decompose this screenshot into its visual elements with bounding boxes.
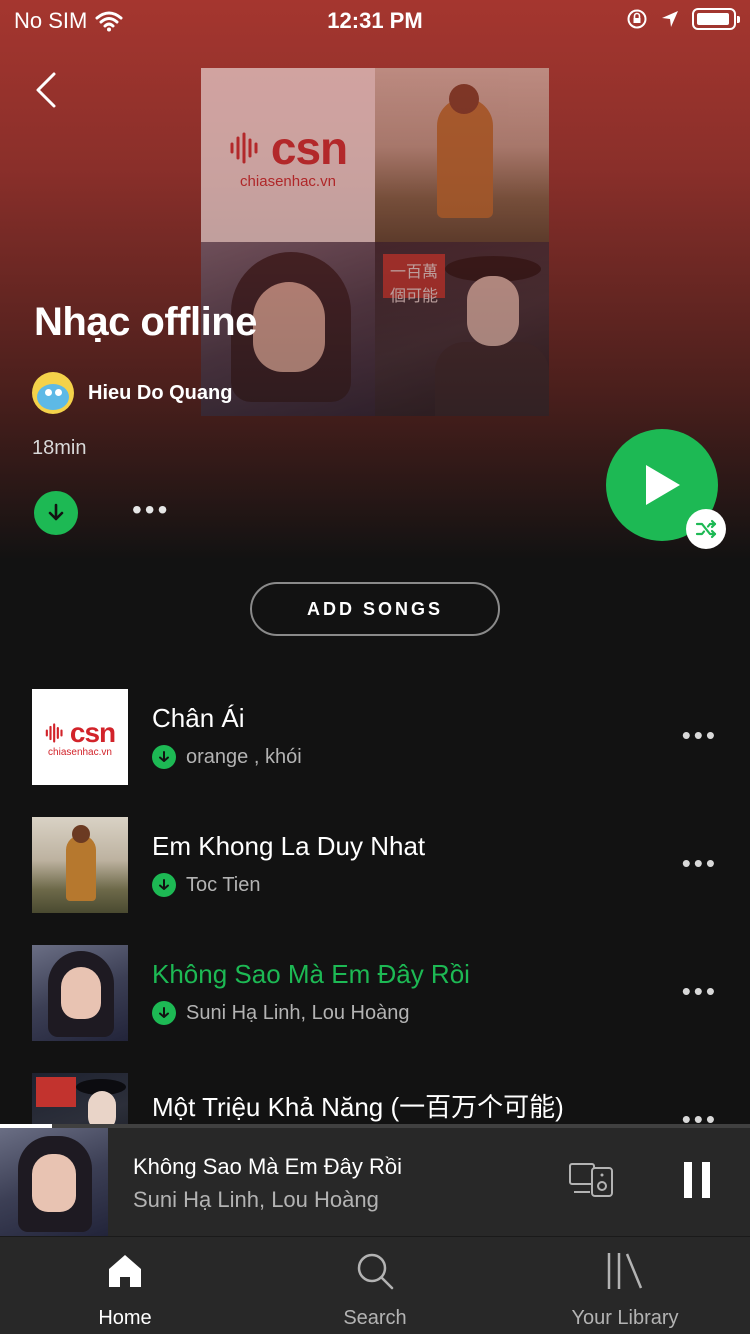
now-playing-title[interactable]: Không Sao Mà Em Đây Rồi <box>133 1154 402 1180</box>
tab-search-label: Search <box>343 1307 407 1329</box>
status-icons <box>626 8 740 30</box>
playlist-duration: 18min <box>32 437 87 459</box>
devices-icon[interactable] <box>568 1162 614 1198</box>
track-subtitle: Toc Tien <box>152 873 260 897</box>
csn-logo: csn <box>229 121 348 175</box>
tab-bar: Home Search Your Library <box>0 1236 750 1334</box>
shuffle-button[interactable] <box>686 509 726 549</box>
soundwave-icon <box>45 722 63 743</box>
playlist-owner[interactable]: Hieu Do Quang <box>32 372 232 414</box>
playlist-title: Nhạc offline <box>34 300 257 344</box>
playback-progress <box>0 1124 750 1128</box>
track-title[interactable]: Em Khong La Duy Nhat <box>152 831 425 862</box>
cover-badge: 一百萬個可能 <box>383 254 445 305</box>
soundwave-icon <box>230 132 258 163</box>
track-title[interactable]: Không Sao Mà Em Đây Rồi <box>152 959 470 990</box>
status-bar: No SIM 12:31 PM <box>0 0 750 40</box>
library-icon <box>607 1253 643 1289</box>
home-icon <box>109 1255 141 1287</box>
track-art: csn chiasenhac.vn <box>32 689 128 785</box>
cover-tile-hat: 一百萬個可能 <box>375 242 549 416</box>
now-playing-artist: Suni Hạ Linh, Lou Hoàng <box>133 1187 379 1212</box>
play-icon <box>646 465 680 505</box>
now-playing-bar[interactable]: Không Sao Mà Em Đây Rồi Suni Hạ Linh, Lo… <box>0 1124 750 1236</box>
track-subtitle: Suni Hạ Linh, Lou Hoàng <box>152 1001 410 1025</box>
back-icon[interactable] <box>30 70 64 110</box>
downloaded-icon <box>152 873 176 897</box>
now-playing-art[interactable] <box>0 1128 108 1236</box>
lock-rotation-icon <box>627 9 647 29</box>
tab-search[interactable]: Search <box>250 1237 500 1334</box>
download-icon <box>48 503 64 521</box>
cover-tile-coat <box>375 68 549 242</box>
track-row[interactable]: csn chiasenhac.vn Chân Ái orange , khói … <box>0 689 750 785</box>
location-icon <box>662 11 678 27</box>
track-artist: orange , khói <box>186 745 302 768</box>
more-icon[interactable]: ••• <box>132 496 170 524</box>
csn-logo-text: csn <box>270 121 348 174</box>
track-art <box>32 945 128 1041</box>
track-title[interactable]: Chân Ái <box>152 703 245 734</box>
avatar[interactable] <box>32 372 74 414</box>
download-toggle[interactable] <box>34 491 78 535</box>
csn-logo: csn <box>45 716 116 749</box>
csn-site-text: chiasenhac.vn <box>48 746 112 758</box>
track-art <box>32 817 128 913</box>
shuffle-icon <box>695 519 717 539</box>
tab-home-label: Home <box>98 1307 152 1329</box>
more-icon[interactable]: ••• <box>682 978 718 1004</box>
tab-library[interactable]: Your Library <box>500 1237 750 1334</box>
more-icon[interactable]: ••• <box>682 850 718 876</box>
track-subtitle: orange , khói <box>152 745 302 769</box>
track-title[interactable]: Một Triệu Khả Năng (一百万个可能) <box>152 1087 564 1124</box>
cover-tile-csn: csn chiasenhac.vn <box>201 68 375 242</box>
csn-logo-text: csn <box>69 716 116 748</box>
pause-icon[interactable] <box>682 1162 712 1198</box>
tab-home[interactable]: Home <box>0 1237 250 1334</box>
playlist-cover: csn chiasenhac.vn 一百萬個可能 <box>201 68 549 416</box>
downloaded-icon <box>152 745 176 769</box>
track-artist: Suni Hạ Linh, Lou Hoàng <box>186 1001 410 1024</box>
downloaded-icon <box>152 1001 176 1025</box>
track-artist: Toc Tien <box>186 873 261 896</box>
track-row[interactable]: Không Sao Mà Em Đây Rồi Suni Hạ Linh, Lo… <box>0 945 750 1041</box>
track-row[interactable]: Em Khong La Duy Nhat Toc Tien ••• <box>0 817 750 913</box>
csn-site-text: chiasenhac.vn <box>240 172 336 190</box>
owner-name[interactable]: Hieu Do Quang <box>88 382 232 405</box>
tab-library-label: Your Library <box>571 1307 679 1329</box>
battery-icon <box>692 8 740 30</box>
search-icon <box>357 1253 394 1290</box>
add-songs-button[interactable]: ADD SONGS <box>250 582 500 636</box>
more-icon[interactable]: ••• <box>682 722 718 748</box>
